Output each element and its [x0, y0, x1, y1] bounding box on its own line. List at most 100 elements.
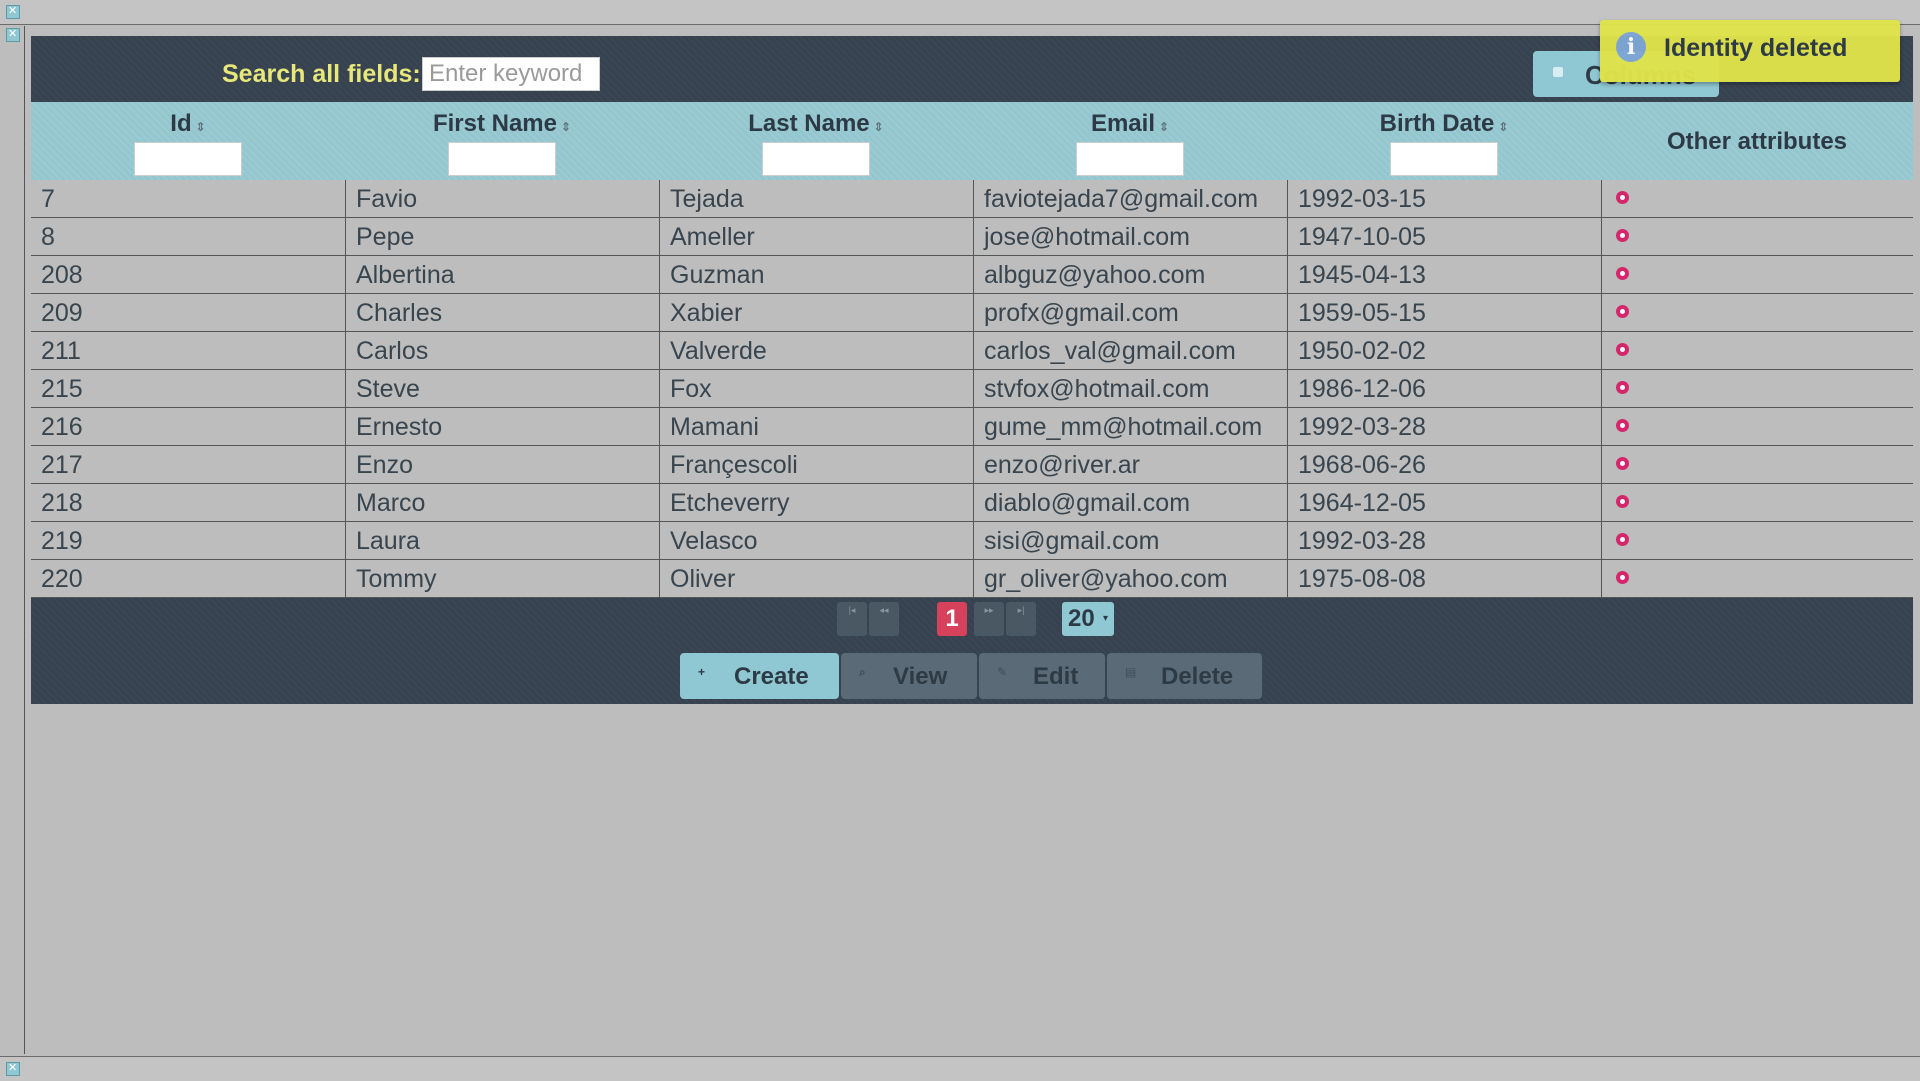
- resize-handle-icon[interactable]: [6, 1061, 20, 1076]
- expand-attributes-icon[interactable]: [1616, 305, 1629, 318]
- sort-icon[interactable]: ⇕: [874, 120, 884, 134]
- cell-email: jose@hotmail.com: [973, 218, 1287, 256]
- resize-handle-icon[interactable]: [6, 4, 20, 19]
- table-row[interactable]: 7 Favio Tejada faviotejada7@gmail.com 1992-0…: [31, 180, 1913, 218]
- expand-attributes-icon[interactable]: [1616, 457, 1629, 470]
- cell-last-name: Oliver: [659, 560, 973, 598]
- search-label: Search all fields:: [222, 60, 421, 88]
- cell-last-name: Etcheverry: [659, 484, 973, 522]
- grid-body: 7 Favio Tejada faviotejada7@gmail.com 1992-0…: [31, 180, 1913, 598]
- sort-icon[interactable]: ⇕: [196, 120, 206, 134]
- filter-input-last-name[interactable]: [762, 142, 870, 176]
- last-page-icon: ▸|: [1017, 605, 1025, 615]
- table-row[interactable]: 209 Charles Xabier profx@gmail.com 1959-05-1…: [31, 294, 1913, 332]
- previous-page-button[interactable]: ◂◂: [869, 602, 899, 636]
- trash-icon: ▤: [1125, 665, 1137, 679]
- cell-id: 208: [41, 261, 83, 289]
- table-row[interactable]: 208 Albertina Guzman albguz@yahoo.com 1945-0…: [31, 256, 1913, 294]
- filter-input-email[interactable]: [1076, 142, 1184, 176]
- cell-birth-date: 1947-10-05: [1287, 218, 1601, 256]
- expand-attributes-icon[interactable]: [1616, 381, 1629, 394]
- cell-other-attributes: [1601, 446, 1913, 484]
- table-row[interactable]: 220 Tommy Oliver gr_oliver@yahoo.com 1975-08…: [31, 560, 1913, 598]
- next-page-icon: ▸▸: [984, 605, 994, 615]
- expand-attributes-icon[interactable]: [1616, 343, 1629, 356]
- expand-attributes-icon[interactable]: [1616, 533, 1629, 546]
- cell-last-name: Françescoli: [659, 446, 973, 484]
- edit-button[interactable]: ✎ Edit: [979, 653, 1105, 699]
- view-button[interactable]: ⌕ View: [841, 653, 977, 699]
- rows-per-page-select[interactable]: 20 ▾: [1062, 602, 1114, 636]
- cell-birth-date: 1992-03-28: [1287, 408, 1601, 446]
- search-input[interactable]: [422, 57, 600, 91]
- next-page-button[interactable]: ▸▸: [974, 602, 1004, 636]
- cell-last-name: Valverde: [659, 332, 973, 370]
- cell-birth-date: 1992-03-15: [1287, 180, 1601, 218]
- pencil-icon: ✎: [997, 665, 1008, 679]
- create-button[interactable]: + Create: [680, 653, 839, 699]
- filter-input-birth-date[interactable]: [1390, 142, 1498, 176]
- grid-header: Id ⇕ First Name ⇕ Last Name ⇕ Email ⇕ Birth …: [31, 102, 1913, 180]
- table-row[interactable]: 215 Steve Fox stvfox@hotmail.com 1986-12-06: [31, 370, 1913, 408]
- cell-email: faviotejada7@gmail.com: [973, 180, 1287, 218]
- expand-attributes-icon[interactable]: [1616, 229, 1629, 242]
- cell-first-name: Ernesto: [345, 408, 659, 446]
- table-row[interactable]: 218 Marco Etcheverry diablo@gmail.com 1964-1…: [31, 484, 1913, 522]
- cell-id: 7: [41, 185, 55, 213]
- cell-other-attributes: [1601, 332, 1913, 370]
- column-header-birth-date[interactable]: Birth Date ⇕: [1287, 102, 1601, 180]
- cell-email: stvfox@hotmail.com: [973, 370, 1287, 408]
- sort-icon[interactable]: ⇕: [561, 120, 571, 134]
- expand-attributes-icon[interactable]: [1616, 495, 1629, 508]
- delete-button[interactable]: ▤ Delete: [1107, 653, 1262, 699]
- cell-first-name: Steve: [345, 370, 659, 408]
- table-row[interactable]: 219 Laura Velasco sisi@gmail.com 1992-03-28: [31, 522, 1913, 560]
- plus-icon: +: [698, 665, 706, 679]
- cell-other-attributes: [1601, 560, 1913, 598]
- cell-email: diablo@gmail.com: [973, 484, 1287, 522]
- filter-input-first-name[interactable]: [448, 142, 556, 176]
- cell-other-attributes: [1601, 408, 1913, 446]
- expand-attributes-icon[interactable]: [1616, 419, 1629, 432]
- columns-icon: [1553, 67, 1563, 77]
- cell-last-name: Mamani: [659, 408, 973, 446]
- cell-birth-date: 1986-12-06: [1287, 370, 1601, 408]
- cell-last-name: Tejada: [659, 180, 973, 218]
- column-header-other-attributes: Other attributes: [1666, 128, 1848, 155]
- last-page-button[interactable]: ▸|: [1006, 602, 1036, 636]
- column-header-first-name[interactable]: First Name ⇕: [345, 102, 659, 180]
- expand-attributes-icon[interactable]: [1616, 571, 1629, 584]
- cell-email: profx@gmail.com: [973, 294, 1287, 332]
- cell-email: carlos_val@gmail.com: [973, 332, 1287, 370]
- identity-grid-panel: Search all fields: Columns Id⇕ First Nam…: [31, 36, 1913, 704]
- cell-email: gume_mm@hotmail.com: [973, 408, 1287, 446]
- cell-other-attributes: [1601, 522, 1913, 560]
- current-page-button[interactable]: 1: [937, 602, 967, 636]
- cell-email: albguz@yahoo.com: [973, 256, 1287, 294]
- column-header-id[interactable]: Id ⇕: [31, 102, 345, 180]
- cell-email: sisi@gmail.com: [973, 522, 1287, 560]
- table-row[interactable]: 211 Carlos Valverde carlos_val@gmail.com 195…: [31, 332, 1913, 370]
- filter-input-id[interactable]: [134, 142, 242, 176]
- cell-first-name: Marco: [345, 484, 659, 522]
- cell-birth-date: 1968-06-26: [1287, 446, 1601, 484]
- column-header-email[interactable]: Email ⇕: [973, 102, 1287, 180]
- table-row[interactable]: 217 Enzo Françescoli enzo@river.ar 1968-06-2…: [31, 446, 1913, 484]
- table-row[interactable]: 216 Ernesto Mamani gume_mm@hotmail.com 1992-…: [31, 408, 1913, 446]
- expand-attributes-icon[interactable]: [1616, 267, 1629, 280]
- cell-birth-date: 1975-08-08: [1287, 560, 1601, 598]
- sort-icon[interactable]: ⇕: [1498, 120, 1508, 134]
- column-header-last-name[interactable]: Last Name ⇕: [659, 102, 973, 180]
- toast-message: Identity deleted: [1664, 34, 1848, 62]
- cell-other-attributes: [1601, 218, 1913, 256]
- cell-first-name: Enzo: [345, 446, 659, 484]
- cell-id: 8: [41, 223, 55, 251]
- collapse-handle-icon[interactable]: [6, 27, 20, 42]
- notification-toast[interactable]: i Identity deleted: [1600, 20, 1900, 82]
- sort-icon[interactable]: ⇕: [1159, 120, 1169, 134]
- previous-page-icon: ◂◂: [879, 605, 889, 615]
- first-page-button[interactable]: |◂: [837, 602, 867, 636]
- cell-first-name: Tommy: [345, 560, 659, 598]
- table-row[interactable]: 8 Pepe Ameller jose@hotmail.com 1947-10-05: [31, 218, 1913, 256]
- expand-attributes-icon[interactable]: [1616, 191, 1629, 204]
